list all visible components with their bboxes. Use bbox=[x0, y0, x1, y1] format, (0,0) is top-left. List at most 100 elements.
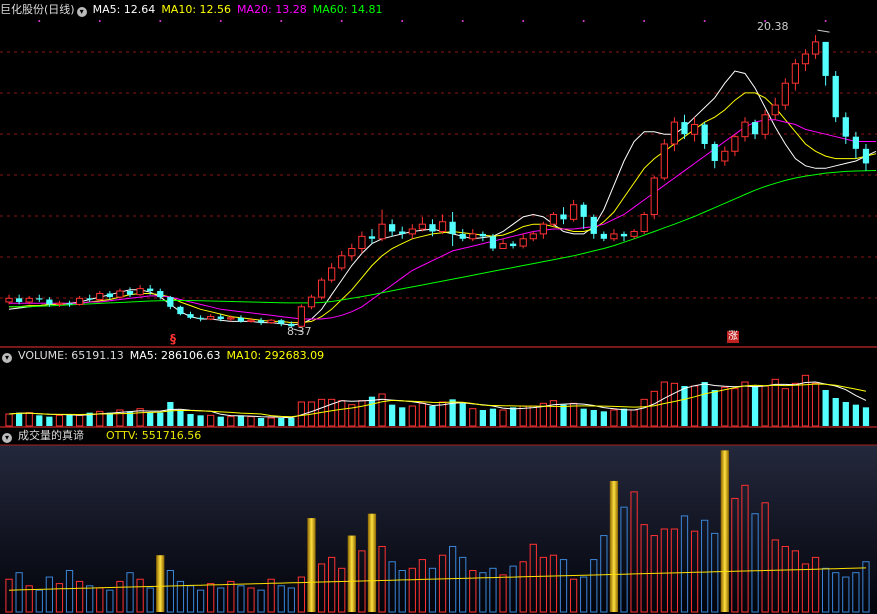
candle-body bbox=[5, 297, 13, 303]
volume-bar bbox=[66, 414, 73, 426]
candle-body bbox=[811, 41, 820, 55]
candle-body bbox=[106, 293, 113, 298]
candle-body bbox=[207, 316, 215, 320]
volume-bar bbox=[418, 402, 427, 427]
volume-bar bbox=[610, 409, 618, 427]
candle-body bbox=[610, 233, 618, 240]
volume-bar bbox=[106, 412, 113, 426]
volume-bar bbox=[408, 405, 416, 427]
volume-bar bbox=[257, 418, 265, 426]
volume-bar bbox=[36, 415, 43, 426]
candle-body bbox=[399, 231, 406, 234]
candle-body bbox=[509, 243, 517, 247]
volume-bar bbox=[358, 400, 366, 427]
ma20-label: MA20: 13.28 bbox=[237, 3, 307, 16]
candle-body bbox=[761, 114, 769, 135]
candle-body bbox=[801, 53, 810, 65]
chart-canvas[interactable] bbox=[0, 0, 877, 614]
candle-body bbox=[136, 288, 144, 296]
signal-dot bbox=[461, 20, 464, 22]
ma60-line bbox=[9, 170, 877, 308]
volume-bar bbox=[630, 409, 638, 427]
ma5-label: MA5: 12.64 bbox=[92, 3, 156, 16]
volume-bar bbox=[5, 413, 13, 427]
volume-bar bbox=[187, 414, 194, 426]
indicator-header: ▾ 成交量的真谛 OTTV: 551716.56 bbox=[0, 428, 207, 444]
ottv-label: OTTV: 551716.56 bbox=[106, 429, 202, 442]
chevron-down-icon[interactable]: ▾ bbox=[2, 353, 12, 363]
signal-dot bbox=[824, 20, 827, 22]
signal-dot bbox=[38, 20, 41, 22]
volume-bar bbox=[55, 414, 64, 427]
candle-body bbox=[701, 124, 708, 144]
volume-bar bbox=[247, 416, 255, 427]
candle-body bbox=[328, 267, 336, 281]
candle-body bbox=[429, 224, 436, 232]
candle-body bbox=[640, 213, 648, 232]
signal-dot bbox=[401, 20, 404, 22]
chevron-down-icon[interactable]: ▾ bbox=[76, 7, 87, 17]
high-pointer bbox=[817, 29, 830, 33]
volume-bar bbox=[389, 404, 396, 426]
candle-body bbox=[177, 306, 184, 315]
signal-dot bbox=[280, 20, 283, 22]
volume-label: VOLUME: 65191.13 bbox=[18, 349, 124, 362]
ma10-label: MA10: 12.56 bbox=[161, 3, 232, 16]
candle-body bbox=[15, 298, 23, 302]
volume-ma10-label: MA10: 292683.09 bbox=[226, 349, 325, 362]
candle-body bbox=[237, 317, 245, 322]
indicator-panel-background bbox=[0, 445, 877, 614]
volume-bar bbox=[690, 385, 699, 427]
volume-bar bbox=[197, 415, 204, 426]
volume-bar bbox=[832, 398, 839, 426]
candle-body bbox=[147, 288, 154, 292]
candle-body bbox=[167, 297, 174, 307]
volume-bar bbox=[338, 400, 346, 427]
candle-body bbox=[690, 124, 699, 135]
volume-bar bbox=[288, 418, 295, 426]
candle-body bbox=[378, 223, 386, 240]
volume-bar bbox=[590, 410, 597, 426]
candle-body bbox=[560, 214, 567, 220]
candle-body bbox=[721, 150, 729, 162]
volume-bar bbox=[620, 408, 628, 426]
volume-bar bbox=[75, 414, 84, 427]
candle-body bbox=[25, 297, 33, 303]
candle-body bbox=[278, 320, 285, 324]
candle-body bbox=[781, 82, 789, 106]
candle-body bbox=[307, 296, 316, 308]
signal-dot bbox=[159, 20, 162, 22]
volume-bar bbox=[650, 390, 658, 427]
volume-bar bbox=[741, 381, 749, 427]
volume-bar bbox=[278, 418, 285, 426]
candle-body bbox=[297, 306, 306, 327]
candle-body bbox=[418, 223, 427, 230]
volume-bar bbox=[217, 416, 224, 426]
candle-body bbox=[389, 224, 396, 232]
volume-bar bbox=[771, 378, 779, 427]
stock-title[interactable]: 巨化股份(日线) bbox=[0, 3, 75, 16]
candle-body bbox=[267, 319, 275, 324]
volume-bar bbox=[701, 382, 708, 426]
volume-bar bbox=[600, 411, 607, 426]
volume-bar bbox=[569, 402, 578, 427]
chevron-down-icon[interactable]: ▾ bbox=[2, 433, 12, 443]
signal-dot bbox=[703, 20, 706, 22]
candle-body bbox=[247, 319, 255, 322]
candle-body bbox=[36, 298, 43, 300]
candle-body bbox=[620, 233, 628, 237]
volume-bar bbox=[681, 386, 688, 426]
low-price-label: 8.37 bbox=[287, 325, 312, 338]
volume-bar bbox=[438, 401, 447, 427]
indicator-title[interactable]: 成交量的真谛 bbox=[18, 429, 84, 442]
volume-bar bbox=[529, 405, 537, 427]
indicator-spike-bar bbox=[609, 480, 619, 612]
candle-body bbox=[197, 317, 204, 319]
candle-body bbox=[529, 233, 537, 240]
candle-body bbox=[741, 121, 749, 138]
stock-chart-window: 巨化股份(日线) ▾ MA5: 12.64 MA10: 12.56 MA20: 13.2… bbox=[0, 0, 877, 614]
candle-body bbox=[549, 213, 558, 225]
candle-body bbox=[187, 314, 194, 318]
volume-bar bbox=[721, 386, 729, 427]
signal-dot bbox=[643, 20, 646, 22]
